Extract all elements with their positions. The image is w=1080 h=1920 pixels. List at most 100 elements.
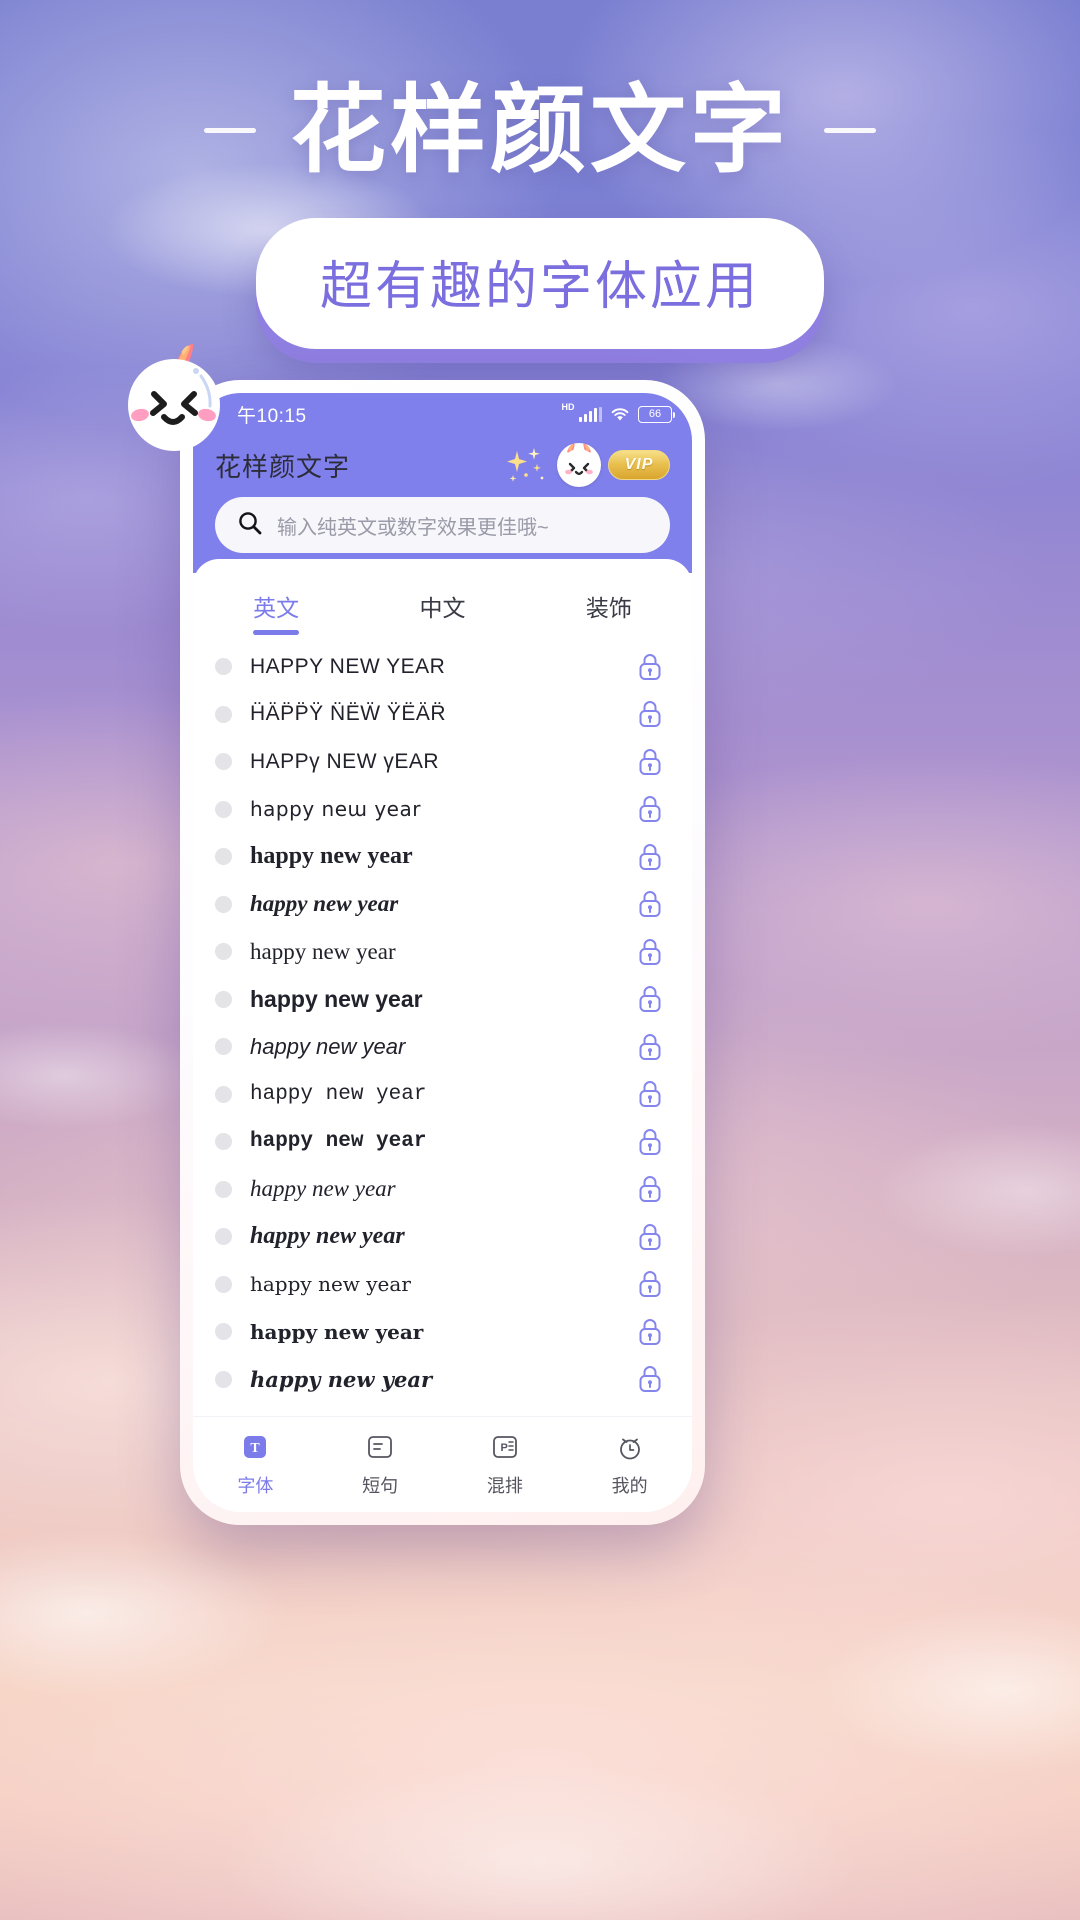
phrase-icon <box>363 1432 397 1466</box>
nav-label-mine: 我的 <box>611 1475 648 1496</box>
font-sample-text: happy new year <box>250 843 413 870</box>
svg-text:T: T <box>251 1441 261 1456</box>
font-sample-text: happy new year <box>250 1130 427 1154</box>
tab-bar: 英文 中文 装饰 <box>193 559 692 637</box>
lock-icon[interactable] <box>636 652 664 682</box>
font-row[interactable]: happy new year <box>193 976 692 1024</box>
lock-icon[interactable] <box>636 889 664 919</box>
font-row[interactable]: happy new year <box>193 1308 692 1356</box>
font-sample-text: happy new year <box>250 985 423 1012</box>
nav-label-phrase: 短句 <box>362 1475 399 1496</box>
hd-icon: HD <box>561 401 575 412</box>
nav-label-mix: 混排 <box>486 1475 523 1496</box>
app-header-top: 花样颜文字 VIP <box>215 439 670 491</box>
status-bar: 午10:15 HD 66 <box>193 393 692 435</box>
font-sample-text: happy new year <box>250 1033 406 1059</box>
vip-badge[interactable]: VIP <box>608 450 670 480</box>
font-row[interactable]: happy new year <box>193 1261 692 1309</box>
font-row[interactable]: happy new year <box>193 1213 692 1261</box>
font-row[interactable]: HAPPY NEW YEAR <box>193 643 692 691</box>
hero-title-row: 花样颜文字 <box>0 78 1080 184</box>
unicorn-mascot-icon <box>118 343 230 455</box>
font-sample-text: happy neա year <box>250 797 421 822</box>
font-row[interactable]: happy new year <box>193 833 692 881</box>
font-row[interactable]: happy new year <box>193 1071 692 1119</box>
lock-icon[interactable] <box>636 747 664 777</box>
row-bullet-icon <box>215 943 232 961</box>
font-list[interactable]: HAPPY NEW YEAR ḦÄP̈P̈Ÿ N̈ËẄ ŸËÄR̈ HAPPγ NE… <box>193 637 692 1416</box>
row-bullet-icon <box>215 1370 232 1388</box>
font-row[interactable]: happy neա year <box>193 786 692 834</box>
font-t-icon: T <box>238 1432 272 1466</box>
font-sample-text: happy new year <box>250 1082 427 1106</box>
lock-icon[interactable] <box>636 1127 664 1157</box>
font-row[interactable]: HAPPγ NEW γEAR <box>193 738 692 786</box>
font-row[interactable]: happy new year <box>193 1118 692 1166</box>
hero-subtitle-pill: 超有趣的字体应用 <box>255 217 824 349</box>
battery-icon: 66 <box>638 405 675 423</box>
lock-icon[interactable] <box>636 1269 664 1299</box>
row-bullet-icon <box>215 1180 232 1198</box>
lock-icon[interactable] <box>636 1032 664 1062</box>
font-sample-text: happy new year <box>250 938 396 964</box>
nav-item-phrase[interactable]: 短句 <box>318 1432 443 1498</box>
decor-dash-right <box>824 128 876 134</box>
row-bullet-icon <box>215 1133 232 1151</box>
font-sample-text: happy new year <box>250 1176 396 1202</box>
nav-label-font: 字体 <box>237 1475 274 1496</box>
font-row[interactable]: ḦÄP̈P̈Ÿ N̈ËẄ ŸËÄR̈ <box>193 691 692 739</box>
lock-icon[interactable] <box>636 1079 664 1109</box>
hero-subtitle-wrap: 超有趣的字体应用 <box>0 217 1080 349</box>
wifi-icon <box>610 407 630 422</box>
row-bullet-icon <box>215 658 232 676</box>
font-sample-text: ḦÄP̈P̈Ÿ N̈ËẄ ŸËÄR̈ <box>250 702 447 726</box>
lock-icon[interactable] <box>636 1222 664 1252</box>
search-placeholder: 输入纯英文或数字效果更佳哦~ <box>277 516 549 539</box>
status-icons: HD 66 <box>561 401 675 423</box>
search-input[interactable]: 输入纯英文或数字效果更佳哦~ <box>215 497 670 553</box>
page-title: 花样颜文字 <box>290 77 790 184</box>
row-bullet-icon <box>215 705 232 723</box>
app-header: 花样颜文字 VIP 输入纯英文或数字效果更佳哦~ <box>193 435 692 573</box>
font-row[interactable]: happy new year <box>193 881 692 929</box>
row-bullet-icon <box>215 1228 232 1246</box>
lock-icon[interactable] <box>636 1174 664 1204</box>
lock-icon[interactable] <box>636 1317 664 1347</box>
search-icon <box>237 510 263 541</box>
status-time: 午10:15 <box>237 405 307 427</box>
tab-decoration[interactable]: 装饰 <box>526 577 692 637</box>
lock-icon[interactable] <box>636 842 664 872</box>
lock-icon[interactable] <box>636 699 664 729</box>
alarm-icon <box>613 1432 647 1466</box>
lock-icon[interactable] <box>636 794 664 824</box>
battery-level: 66 <box>648 408 662 420</box>
decor-dash-left <box>204 128 256 134</box>
signal-icon <box>578 406 602 422</box>
sparkles-icon <box>504 445 550 485</box>
row-bullet-icon <box>215 990 232 1008</box>
lock-icon[interactable] <box>636 1364 664 1394</box>
phone-screen: 午10:15 HD 66 花样颜文字 VIP 输入纯英文或数字效果更佳哦~ 英文… <box>193 393 692 1512</box>
font-sample-text: happy new year <box>250 1319 424 1344</box>
lock-icon[interactable] <box>636 937 664 967</box>
tab-chinese[interactable]: 中文 <box>359 577 525 637</box>
avatar[interactable] <box>557 443 601 487</box>
font-row[interactable]: happy new year <box>193 1356 692 1404</box>
font-row[interactable]: happy new year <box>193 928 692 976</box>
row-bullet-icon <box>215 800 232 818</box>
phone-mockup: 午10:15 HD 66 花样颜文字 VIP 输入纯英文或数字效果更佳哦~ 英文… <box>180 380 705 1525</box>
lock-icon[interactable] <box>636 984 664 1014</box>
row-bullet-icon <box>215 1038 232 1056</box>
nav-item-mix[interactable]: P 混排 <box>443 1432 568 1498</box>
svg-text:P: P <box>500 1442 507 1454</box>
font-sample-text: happy new year <box>250 1272 411 1297</box>
nav-item-font[interactable]: T 字体 <box>193 1432 318 1498</box>
row-bullet-icon <box>215 1323 232 1341</box>
font-sample-text: HAPPγ NEW γEAR <box>250 749 440 773</box>
font-row[interactable]: happy new year <box>193 1023 692 1071</box>
font-row[interactable]: happy new year <box>193 1166 692 1214</box>
tab-english[interactable]: 英文 <box>193 577 359 637</box>
nav-item-mine[interactable]: 我的 <box>567 1432 692 1498</box>
row-bullet-icon <box>215 848 232 866</box>
bottom-nav: T 字体 短句 P 混排 我的 <box>193 1416 692 1512</box>
